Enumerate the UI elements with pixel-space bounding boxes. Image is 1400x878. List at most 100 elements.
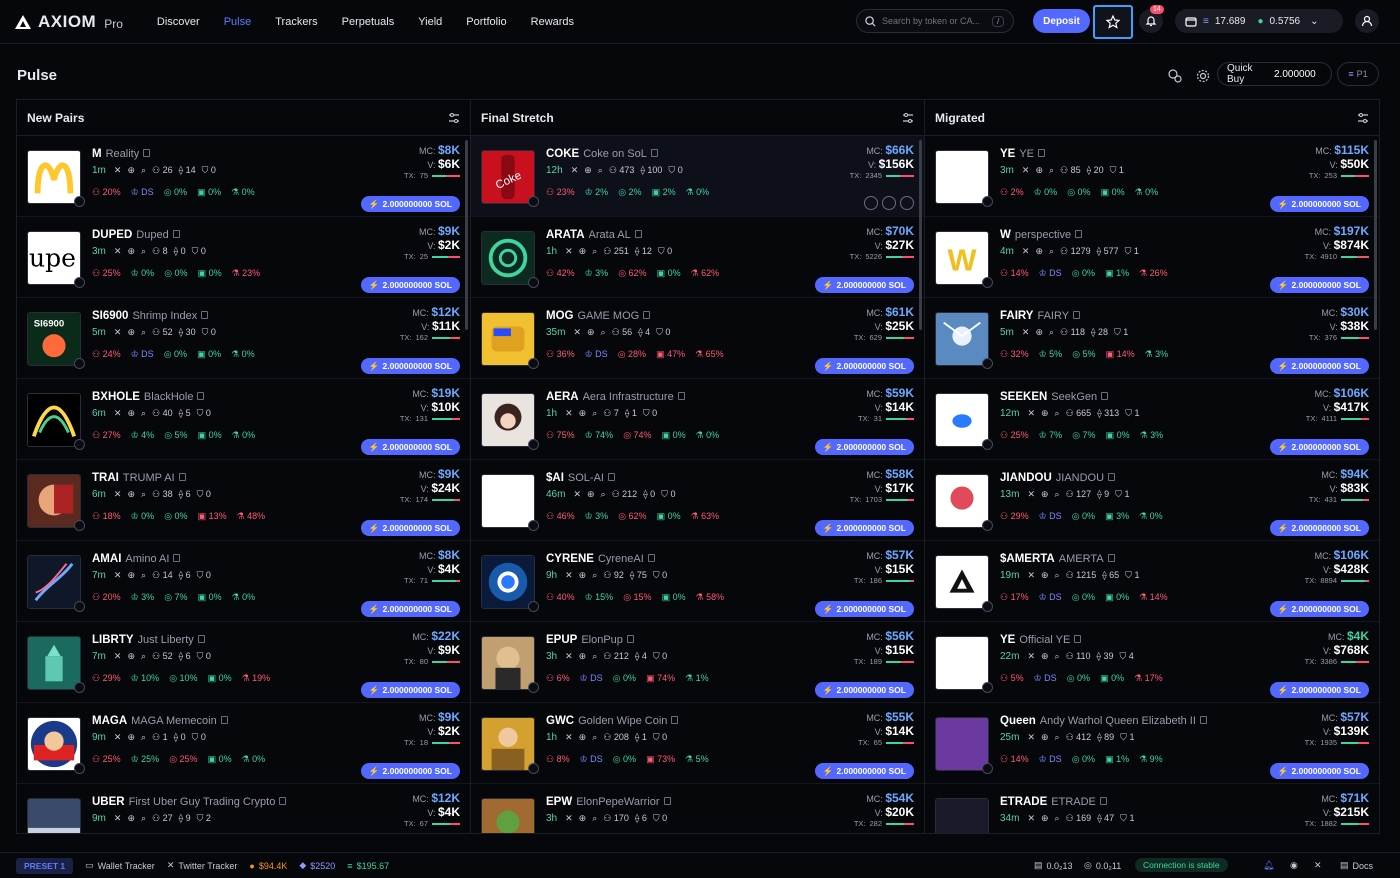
copy-icon[interactable] — [279, 797, 287, 805]
token-image[interactable] — [481, 312, 535, 366]
scrollbar[interactable] — [919, 140, 922, 330]
search-icon[interactable]: ⌕ — [592, 732, 597, 743]
blacklist-icon[interactable] — [900, 196, 914, 210]
globe-icon[interactable]: ⊕ — [127, 813, 135, 824]
token-row[interactable]: EPUP ElonPup 3h ✕ ⊕ ⌕ ⚇ 212 ⟠ 4 ⛉ 0 ⚇ 6% ♔ DS ◎ 0% ▣… — [471, 622, 924, 703]
token-row[interactable]: $AI SOL-AI 46m ✕ ⊕ ⌕ ⚇ 212 ⟠ 0 ⛉ 0 ⚇ 46% ♔ 3% ◎ 62%… — [471, 460, 924, 541]
token-row[interactable]: EPW ElonPepeWarrior 3h ✕ ⊕ ⌕ ⚇ 170 ⟠ 6 ⛉ 0 MC: $5… — [471, 784, 924, 833]
copy-icon[interactable] — [197, 635, 205, 643]
globe-icon[interactable]: ⊕ — [1041, 408, 1049, 419]
token-image[interactable] — [935, 312, 989, 366]
search-icon[interactable]: ⌕ — [592, 570, 597, 581]
search-icon[interactable]: ⌕ — [141, 651, 146, 662]
token-row[interactable]: AMAI Amino AI 7m ✕ ⊕ ⌕ ⚇ 14 ⟠ 6 ⛉ 0 ⚇ 20% ♔ 3% ◎ 7%… — [17, 541, 470, 622]
copy-icon[interactable] — [634, 230, 642, 238]
twitter-tracker-button[interactable]: ✕ Twitter Tracker — [167, 860, 238, 871]
copy-icon[interactable] — [1108, 473, 1116, 481]
filter-icon[interactable] — [448, 112, 460, 123]
search-icon[interactable]: ⌕ — [1055, 570, 1060, 581]
token-row[interactable]: LIBRTY Just Liberty 7m ✕ ⊕ ⌕ ⚇ 52 ⟠ 6 ⛉ 0 ⚇ 29% ♔ … — [17, 622, 470, 703]
globe-icon[interactable]: ⊕ — [1041, 813, 1049, 824]
quick-buy-button[interactable]: ⚡ 2.000000000 SOL — [814, 601, 914, 617]
token-image[interactable] — [935, 150, 989, 204]
token-row[interactable]: upe DUPED Duped 3m ✕ ⊕ ⌕ ⚇ 8 ⟠ 0 ⛉ 0 ⚇ 25% ♔ 0% ◎ 0%… — [17, 217, 470, 298]
x-icon[interactable]: ✕ — [565, 246, 573, 257]
token-row[interactable]: UBER First Uber Guy Trading Crypto 9m ✕ ⊕ ⌕ ⚇ … — [17, 784, 470, 833]
copy-icon[interactable] — [1074, 635, 1082, 643]
quick-buy-button[interactable]: ⚡ 2.000000000 SOL — [1269, 520, 1369, 536]
x-icon[interactable]: ✕ — [571, 165, 579, 176]
nav-trackers[interactable]: Trackers — [263, 16, 329, 28]
globe-icon[interactable]: ⊕ — [587, 489, 595, 500]
x-icon[interactable]: ✕ — [114, 246, 122, 257]
token-image[interactable] — [935, 393, 989, 447]
search-icon[interactable]: ⌕ — [141, 165, 146, 176]
globe-icon[interactable]: ⊕ — [1035, 327, 1043, 338]
profile-button[interactable] — [1355, 9, 1379, 33]
token-row[interactable]: Queen Andy Warhol Queen Elizabeth II 25m ✕ ⊕… — [925, 703, 1379, 784]
token-row[interactable]: SI6900 SI6900 Shrimp Index 5m ✕ ⊕ ⌕ ⚇ 52 ⟠ 30 ⛉ 0… — [17, 298, 470, 379]
copy-icon[interactable] — [607, 473, 615, 481]
search-icon[interactable]: ⌕ — [1055, 813, 1060, 824]
token-image[interactable]: SI6900 — [27, 312, 81, 366]
globe-icon[interactable]: ⊕ — [127, 165, 135, 176]
x-icon[interactable]: ✕ — [565, 570, 573, 581]
search-icon[interactable]: ⌕ — [141, 732, 146, 743]
search-icon[interactable]: ⌕ — [1055, 651, 1060, 662]
token-image[interactable] — [27, 150, 81, 204]
copy-icon[interactable] — [143, 149, 151, 157]
search-icon[interactable]: ⌕ — [141, 570, 146, 581]
globe-icon[interactable]: ⊕ — [1041, 732, 1049, 743]
quick-buy-button[interactable]: ⚡ 2.000000000 SOL — [1269, 358, 1369, 374]
nav-perpetuals[interactable]: Perpetuals — [330, 16, 407, 28]
globe-icon[interactable]: ⊕ — [127, 246, 135, 257]
search-icon[interactable]: ⌕ — [1049, 327, 1054, 338]
quick-buy-button[interactable]: ⚡ 2.000000000 SOL — [360, 763, 460, 779]
globe-icon[interactable]: ⊕ — [579, 408, 587, 419]
token-image[interactable] — [481, 231, 535, 285]
search-icon[interactable]: ⌕ — [141, 327, 146, 338]
quick-buy-button[interactable]: ⚡ 2.000000000 SOL — [1269, 601, 1369, 617]
discord-icon[interactable]: ◉ — [1290, 860, 1298, 871]
globe-icon[interactable]: ⊕ — [579, 246, 587, 257]
copy-icon[interactable] — [173, 554, 181, 562]
globe-icon[interactable]: ⊕ — [127, 732, 135, 743]
x-icon[interactable]: ✕ — [565, 408, 573, 419]
quick-buy-button[interactable]: ⚡ 2.000000000 SOL — [360, 196, 460, 212]
quick-buy-button[interactable]: ⚡ 2.000000000 SOL — [360, 358, 460, 374]
x-icon[interactable]: ✕ — [565, 813, 573, 824]
copy-icon[interactable] — [1099, 797, 1107, 805]
token-image[interactable] — [27, 555, 81, 609]
search-box[interactable]: / — [856, 9, 1014, 33]
x-icon[interactable]: ✕ — [565, 732, 573, 743]
quick-buy-button[interactable]: ⚡ 2.000000000 SOL — [360, 520, 460, 536]
token-row[interactable]: MAGA MAGA Memecoin 9m ✕ ⊕ ⌕ ⚇ 1 ⟠ 0 ⛉ 0 ⚇ 25% ♔ 25… — [17, 703, 470, 784]
token-row[interactable]: M Reality 1m ✕ ⊕ ⌕ ⚇ 26 ⟠ 14 ⛉ 0 ⚇ 20% ♔ DS ◎ 0% ▣ 0… — [17, 136, 470, 217]
x-icon[interactable]: ✕ — [1314, 860, 1322, 871]
copy-icon[interactable] — [220, 716, 228, 724]
token-image[interactable] — [935, 636, 989, 690]
globe-icon[interactable]: ⊕ — [584, 165, 592, 176]
search-input[interactable] — [882, 16, 986, 26]
quick-buy-button[interactable]: ⚡ 2.000000000 SOL — [814, 682, 914, 698]
search-icon[interactable]: ⌕ — [601, 327, 606, 338]
copy-icon[interactable] — [1107, 554, 1115, 562]
scrollbar[interactable] — [1374, 140, 1377, 330]
search-icon[interactable]: ⌕ — [141, 813, 146, 824]
preset-selector[interactable]: ≡ P1 — [1337, 62, 1379, 86]
search-icon[interactable]: ⌕ — [141, 408, 146, 419]
token-row[interactable]: Coke COKE Coke on SoL 12h ✕ ⊕ ⌕ ⚇ 473 ⟠ 100 ⛉ 0 ⚇ … — [471, 136, 924, 217]
globe-icon[interactable]: ⊕ — [127, 489, 135, 500]
globe-icon[interactable]: ⊕ — [127, 570, 135, 581]
quick-buy-button[interactable]: ⚡ 2.000000000 SOL — [360, 601, 460, 617]
globe-icon[interactable]: ⊕ — [579, 651, 587, 662]
token-image[interactable]: W — [935, 231, 989, 285]
token-row[interactable]: ARATA Arata AL 1h ✕ ⊕ ⌕ ⚇ 251 ⟠ 12 ⛉ 0 ⚇ 42% ♔ 3% ◎… — [471, 217, 924, 298]
quick-buy-button[interactable]: ⚡ 2.000000000 SOL — [1269, 439, 1369, 455]
brand[interactable]: AXIOM Pro — [14, 12, 123, 32]
copy-icon[interactable] — [643, 311, 651, 319]
globe-icon[interactable]: ⊕ — [127, 408, 135, 419]
x-icon[interactable]: ✕ — [114, 165, 122, 176]
token-image[interactable] — [27, 636, 81, 690]
search-icon[interactable]: ⌕ — [601, 489, 606, 500]
